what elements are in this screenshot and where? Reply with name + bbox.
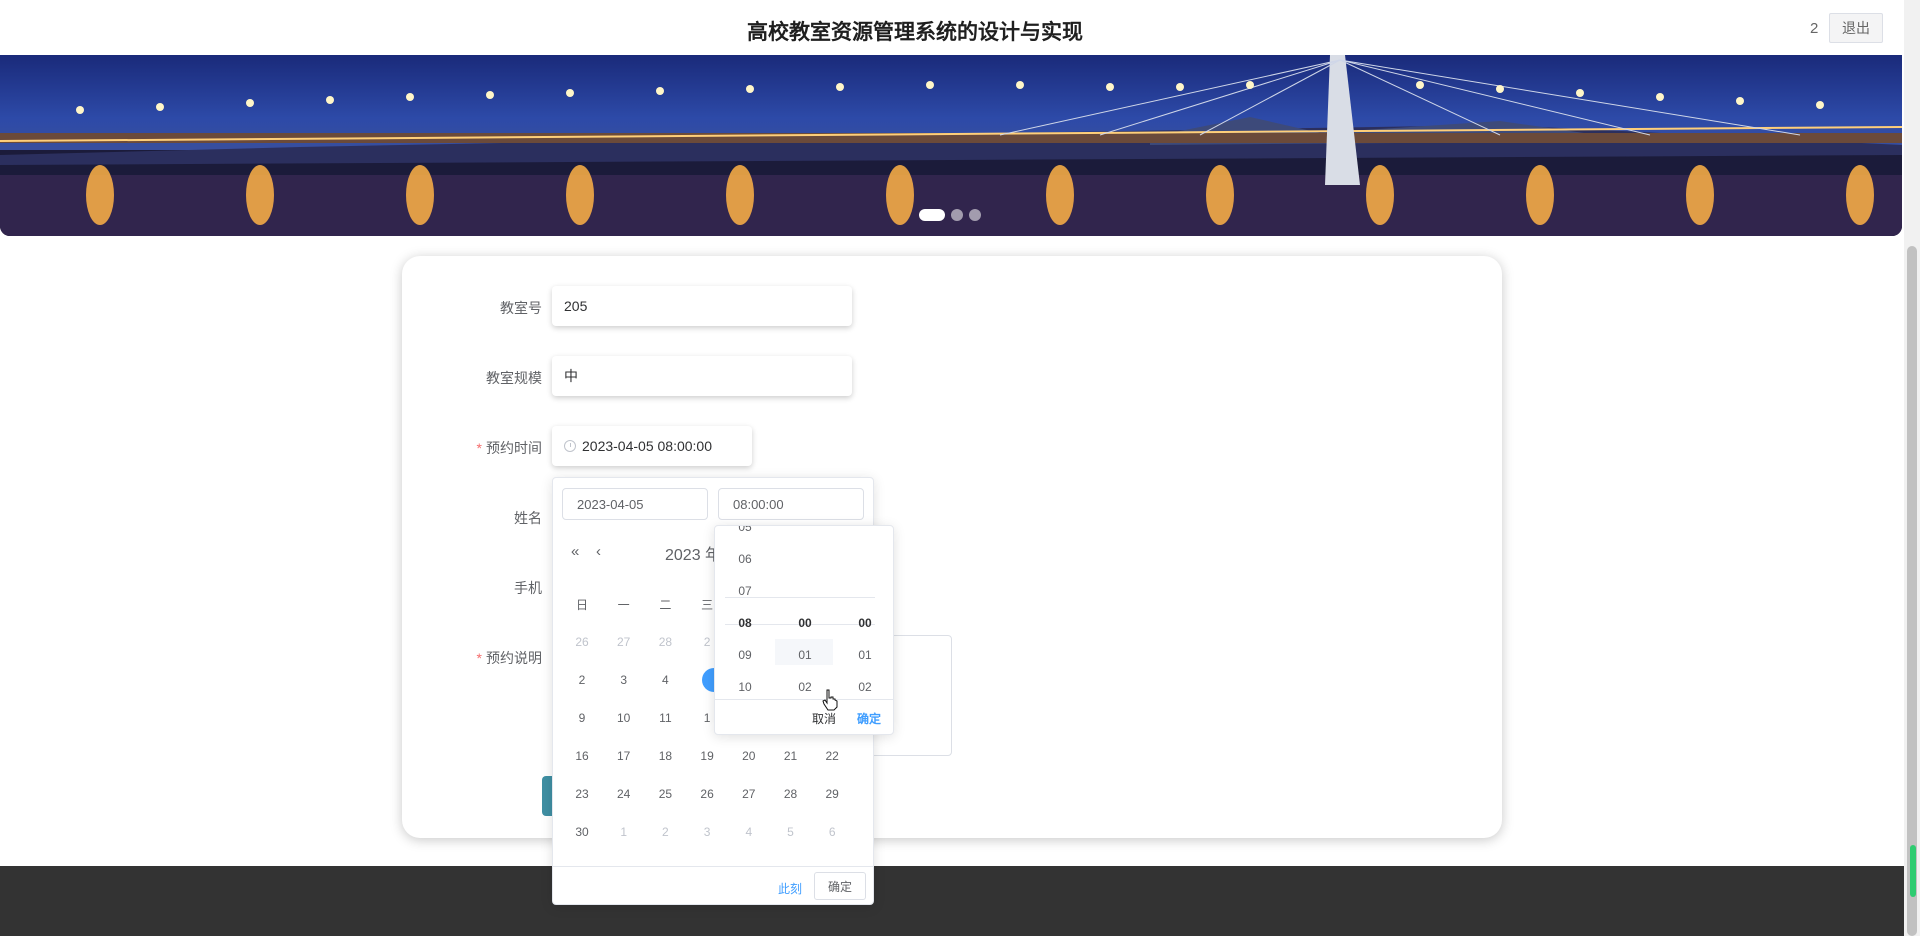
calendar-day[interactable]: 4	[730, 825, 768, 839]
weekday-header: 二	[659, 598, 672, 612]
minute-option[interactable]: 01	[780, 648, 830, 662]
calendar-day[interactable]: 1	[605, 825, 643, 839]
carousel-indicators	[919, 209, 981, 221]
booking-time-value: 2023-04-05 08:00:00	[582, 438, 712, 454]
hand-cursor-icon	[822, 689, 838, 711]
now-link[interactable]: 此刻	[778, 880, 802, 897]
calendar-day[interactable]: 27	[605, 635, 643, 649]
calendar-day[interactable]: 2	[563, 673, 601, 687]
header: 高校教室资源管理系统的设计与实现 2 退出	[0, 0, 1902, 55]
scale-input[interactable]: 中	[552, 356, 852, 396]
calendar-day[interactable]: 22	[813, 749, 851, 763]
second-option[interactable]: 00	[840, 616, 890, 630]
time-spinner-panel: 05 06 07 08 09 10 00 01 02 00 01 02 取消 确定	[714, 525, 894, 735]
booking-time-label: * 预约时间	[476, 440, 542, 456]
second-option[interactable]: 02	[840, 680, 890, 694]
required-mark: *	[476, 440, 482, 456]
second-option[interactable]: 01	[840, 648, 890, 662]
calendar-day[interactable]: 2	[646, 825, 684, 839]
classroom-no-input[interactable]: 205	[552, 286, 852, 326]
calendar-day[interactable]: 9	[563, 711, 601, 725]
time-footer-divider	[715, 699, 893, 700]
time-ok-button[interactable]: 确定	[857, 710, 881, 727]
weekday-header: 一	[617, 598, 630, 612]
calendar-day[interactable]: 10	[605, 711, 643, 725]
calendar-day[interactable]: 30	[563, 825, 601, 839]
calendar-day[interactable]: 6	[813, 825, 851, 839]
hour-option[interactable]: 06	[720, 552, 770, 566]
calendar-day[interactable]: 3	[605, 673, 643, 687]
calendar-day[interactable]: 27	[730, 787, 768, 801]
calendar-day[interactable]: 3	[688, 825, 726, 839]
calendar-day[interactable]: 21	[772, 749, 810, 763]
weekday-header: 日	[575, 598, 588, 612]
calendar-day[interactable]: 16	[563, 749, 601, 763]
logout-button[interactable]: 退出	[1829, 13, 1883, 43]
booking-time-input[interactable]: 2023-04-05 08:00:00	[552, 426, 752, 466]
calendar-day[interactable]: 4	[646, 673, 684, 687]
carousel-dot[interactable]	[969, 209, 981, 221]
scrollbar-thumb[interactable]	[1907, 246, 1917, 936]
calendar-day[interactable]: 5	[772, 825, 810, 839]
calendar-day[interactable]: 24	[605, 787, 643, 801]
user-number: 2	[1810, 20, 1819, 37]
classroom-no-label: 教室号	[500, 300, 542, 316]
time-cancel-button[interactable]: 取消	[812, 710, 836, 727]
calendar-day[interactable]: 28	[772, 787, 810, 801]
picker-footer-divider	[553, 866, 873, 867]
calendar-day[interactable]: 26	[688, 787, 726, 801]
calendar-day[interactable]: 11	[646, 711, 684, 725]
picker-year-label: 2023 年	[665, 547, 722, 564]
calendar-day[interactable]: 28	[646, 635, 684, 649]
calendar-day[interactable]: 20	[730, 749, 768, 763]
carousel-dot[interactable]	[919, 209, 945, 221]
name-label: 姓名	[514, 510, 542, 526]
footer	[0, 866, 1904, 936]
calendar-day[interactable]: 25	[646, 787, 684, 801]
hour-option[interactable]: 05	[720, 526, 770, 534]
calendar-day[interactable]: 18	[646, 749, 684, 763]
scrollbar-indicator	[1910, 845, 1916, 897]
clock-icon	[564, 440, 576, 452]
hour-option[interactable]: 10	[720, 680, 770, 694]
calendar-day[interactable]: 19	[688, 749, 726, 763]
hour-option[interactable]: 07	[720, 584, 770, 598]
carousel-dot[interactable]	[951, 209, 963, 221]
minute-option[interactable]: 00	[780, 616, 830, 630]
calendar-day[interactable]: 29	[813, 787, 851, 801]
calendar-day[interactable]: 26	[563, 635, 601, 649]
calendar-day[interactable]: 23	[563, 787, 601, 801]
hour-option[interactable]: 09	[720, 648, 770, 662]
calendar-day[interactable]: 17	[605, 749, 643, 763]
picker-ok-button[interactable]: 确定	[814, 872, 866, 900]
prev-month-icon[interactable]: ‹	[596, 543, 601, 560]
scale-label: 教室规模	[486, 370, 542, 386]
required-mark: *	[476, 650, 482, 666]
description-label: * 预约说明	[476, 650, 542, 666]
picker-date-input[interactable]: 2023-04-05	[562, 488, 708, 520]
site-title: 高校教室资源管理系统的设计与实现	[747, 21, 1083, 44]
phone-label: 手机	[514, 580, 542, 596]
banner-carousel	[0, 55, 1902, 236]
picker-time-input[interactable]: 08:00:00	[718, 488, 864, 520]
prev-year-icon[interactable]: «	[571, 543, 579, 560]
hour-option[interactable]: 08	[720, 616, 770, 630]
